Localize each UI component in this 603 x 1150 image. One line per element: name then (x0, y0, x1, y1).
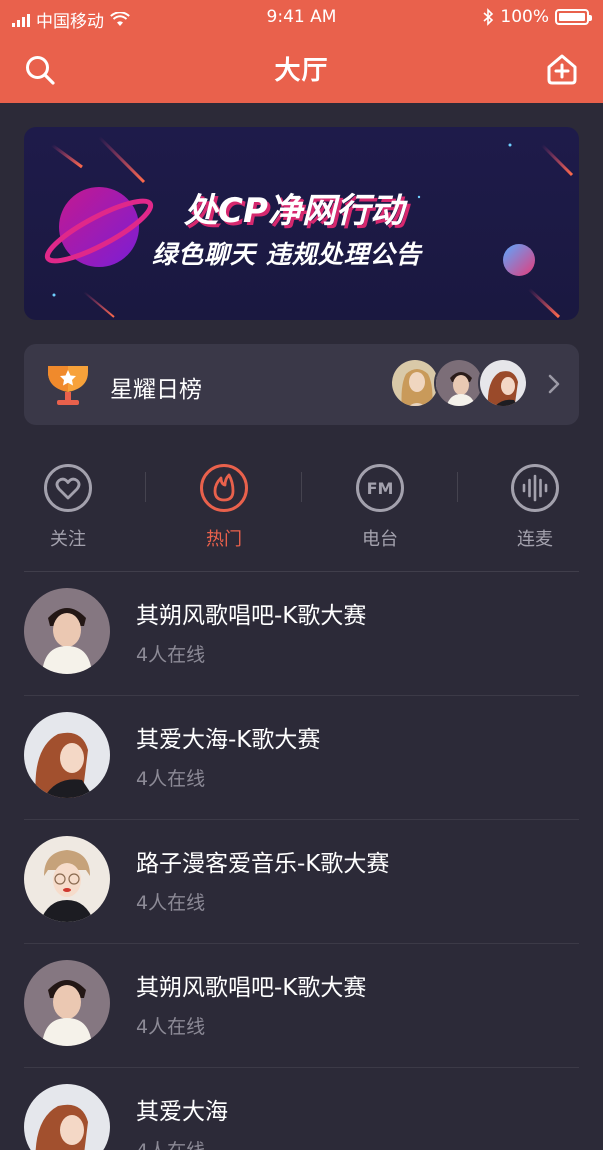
room-avatar (24, 588, 110, 674)
room-avatar (24, 1084, 110, 1150)
room-online-count: 4人在线 (136, 892, 206, 914)
tab-radio[interactable]: FM 电台 (320, 460, 440, 560)
category-tabs: 关注 热门 FM 电台 连麦 (0, 460, 603, 560)
trophy-icon (48, 366, 88, 405)
app-header: 中国移动 9:41 AM 100% 大厅 (0, 0, 603, 103)
voice-wave-icon (511, 464, 559, 512)
banner-subtitle: 绿色聊天 违规处理公告 (152, 240, 422, 269)
rank-avatars (390, 358, 530, 410)
daily-rank-card[interactable]: 星耀日榜 (24, 344, 579, 425)
rank-avatar-2 (434, 358, 484, 408)
room-online-count: 4人在线 (136, 768, 206, 790)
room-list-item[interactable]: 其朔风歌唱吧-K歌大赛 4人在线 (24, 572, 579, 696)
room-avatar (24, 712, 110, 798)
fm-icon: FM (356, 464, 404, 512)
add-room-icon[interactable] (545, 52, 579, 86)
room-name: 其爱大海-K歌大赛 (136, 727, 321, 753)
room-list-item[interactable]: 其朔风歌唱吧-K歌大赛 4人在线 (24, 944, 579, 1068)
room-online-count: 4人在线 (136, 1016, 206, 1038)
tab-divider (301, 472, 302, 502)
tab-radio-label: 电台 (362, 529, 398, 550)
rank-avatar-1 (390, 358, 440, 408)
rank-label: 星耀日榜 (110, 377, 202, 403)
room-name: 其爱大海 (136, 1099, 228, 1125)
tab-voice-link[interactable]: 连麦 (475, 460, 595, 560)
tab-voice-link-label: 连麦 (517, 529, 553, 550)
tab-divider (145, 472, 146, 502)
room-online-count: 4人在线 (136, 644, 206, 666)
banner-title: 处CP净网行动 (184, 191, 404, 231)
room-avatar (24, 836, 110, 922)
room-name: 其朔风歌唱吧-K歌大赛 (136, 603, 367, 629)
status-right: 100% (483, 7, 592, 27)
announcement-banner[interactable]: 处CP净网行动 绿色聊天 违规处理公告 (24, 127, 579, 320)
tab-hot[interactable]: 热门 (164, 460, 284, 560)
room-online-count: 4人在线 (136, 1136, 205, 1150)
rank-avatar-3 (478, 358, 528, 408)
svg-text:FM: FM (367, 479, 394, 498)
room-avatar (24, 960, 110, 1046)
bluetooth-icon (483, 8, 494, 26)
room-list-item[interactable]: 其爱大海 4人在线 (24, 1068, 579, 1150)
battery-percent: 100% (500, 7, 549, 27)
room-name: 路子漫客爱音乐-K歌大赛 (136, 851, 390, 877)
tab-follow-label: 关注 (50, 529, 86, 550)
chevron-right-icon (548, 374, 560, 394)
room-list-item[interactable]: 路子漫客爱音乐-K歌大赛 4人在线 (24, 820, 579, 944)
tab-hot-label: 热门 (206, 529, 242, 550)
status-bar: 中国移动 9:41 AM 100% (0, 0, 603, 36)
tab-follow[interactable]: 关注 (8, 460, 128, 560)
room-list-item[interactable]: 其爱大海-K歌大赛 4人在线 (24, 696, 579, 820)
battery-icon (555, 9, 592, 25)
page-title: 大厅 (274, 56, 329, 86)
tab-divider (457, 472, 458, 502)
room-name: 其朔风歌唱吧-K歌大赛 (136, 975, 367, 1001)
fire-icon (200, 464, 248, 512)
heart-icon (44, 464, 92, 512)
